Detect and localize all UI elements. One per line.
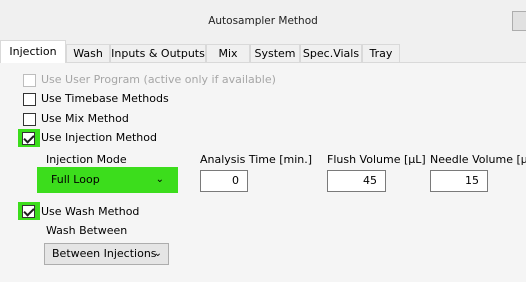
tab-tray[interactable]: Tray: [362, 44, 400, 62]
wash-between-select[interactable]: Between Injections ⌄: [44, 243, 169, 265]
injection-label: Use Injection Method: [41, 131, 157, 144]
tab-wash[interactable]: Wash: [66, 44, 110, 62]
window-title: Autosampler Method: [208, 15, 318, 27]
flush-volume-input[interactable]: 45: [327, 170, 386, 192]
wash-label: Use Wash Method: [41, 205, 140, 218]
injection-mode-select[interactable]: Full Loop ⌄: [44, 170, 170, 192]
tab-system[interactable]: System: [250, 44, 300, 62]
mix-label: Use Mix Method: [41, 112, 129, 125]
tab-injection[interactable]: Injection: [0, 40, 66, 63]
wash-between-value: Between Injections: [52, 247, 157, 260]
timebase-label: Use Timebase Methods: [41, 92, 169, 105]
injection-mode-value: Full Loop: [51, 173, 100, 186]
chevron-down-icon: ⌄: [155, 174, 164, 185]
injection-checkbox[interactable]: [22, 132, 35, 145]
tab-inputs-outputs[interactable]: Inputs & Outputs: [110, 44, 206, 62]
user-program-checkbox: [23, 74, 36, 87]
wash-checkbox[interactable]: [22, 205, 35, 218]
analysis-time-input[interactable]: 0: [200, 170, 248, 192]
tab-spec-vials[interactable]: Spec.Vials: [300, 44, 362, 62]
mix-checkbox[interactable]: [23, 113, 36, 126]
needle-volume-input[interactable]: 15: [430, 170, 488, 192]
tab-mix[interactable]: Mix: [206, 44, 250, 62]
window-button[interactable]: [512, 11, 526, 31]
wash-between-label: Wash Between: [46, 224, 128, 237]
user-program-label: Use User Program (active only if availab…: [41, 73, 276, 86]
analysis-time-label: Analysis Time [min.]: [200, 153, 313, 166]
needle-volume-label: Needle Volume [µL]: [430, 153, 526, 166]
injection-mode-label: Injection Mode: [46, 153, 127, 166]
timebase-checkbox[interactable]: [23, 93, 36, 106]
chevron-down-icon: ⌄: [153, 248, 162, 259]
flush-volume-label: Flush Volume [µL]: [327, 153, 426, 166]
